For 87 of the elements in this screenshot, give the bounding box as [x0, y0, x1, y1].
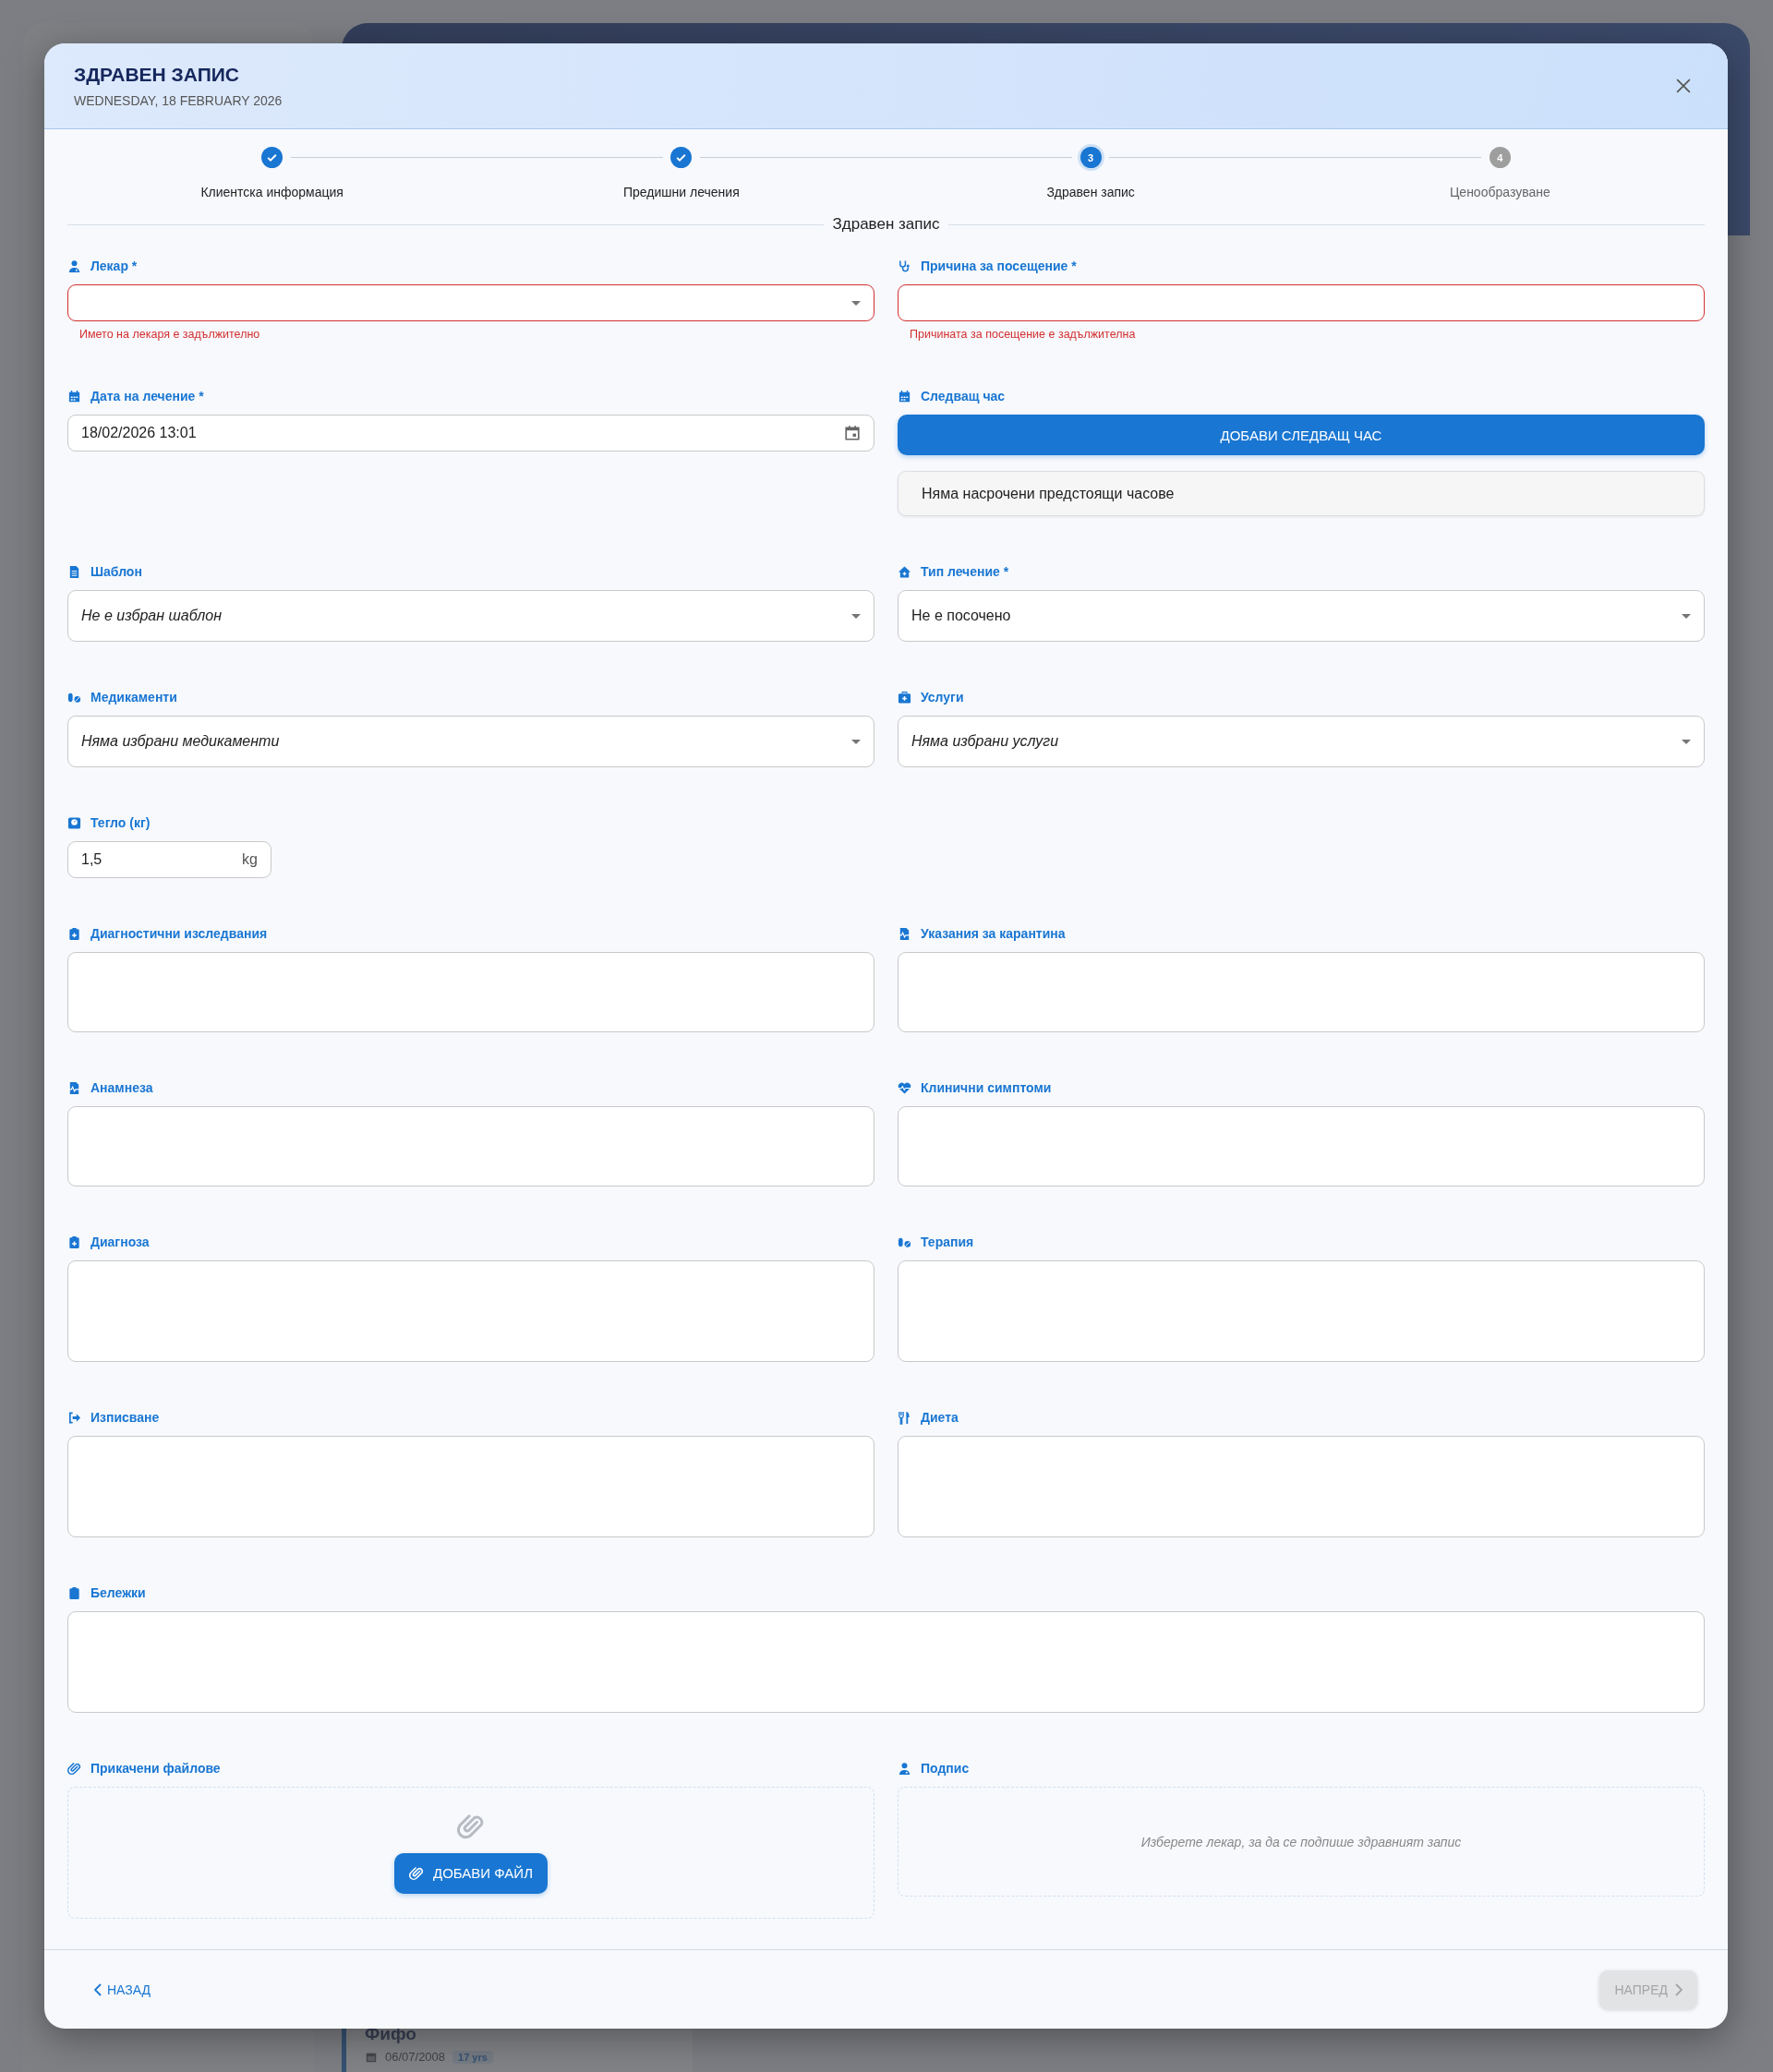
age-badge: 17 yrs: [452, 2050, 493, 2064]
calendar-icon: [898, 389, 911, 404]
back-button[interactable]: НАЗАД: [90, 1976, 155, 2003]
text-area[interactable]: [67, 1611, 1705, 1713]
birth-date: 06/07/2008: [385, 2050, 446, 2064]
empty-appointments-notice: Няма насрочени предстоящи часове: [898, 471, 1705, 516]
house-icon: [898, 564, 911, 579]
text-area[interactable]: [898, 1260, 1705, 1362]
calendar-icon[interactable]: [844, 425, 861, 441]
field-label: Анамнеза: [90, 1080, 153, 1095]
field-label: Изписване: [90, 1410, 160, 1425]
field-label: Диагноза: [90, 1235, 150, 1249]
field-label: Подпис: [921, 1761, 970, 1776]
field-label: Тегло (кг): [90, 815, 151, 830]
field-label: Следващ час: [921, 389, 1006, 404]
dialog-title: ЗДРАВЕН ЗАПИС: [74, 64, 240, 86]
text-area[interactable]: [898, 1436, 1705, 1537]
field-label: Диета: [921, 1410, 959, 1425]
step-label[interactable]: Ценообразуване: [1450, 185, 1550, 199]
clipboard-plus-icon: [67, 1235, 81, 1249]
text-area[interactable]: [67, 1436, 874, 1537]
calendar-icon: [67, 389, 81, 404]
doctor-icon: [67, 259, 81, 273]
step-label[interactable]: Здравен запис: [1046, 185, 1135, 199]
weight-input-field[interactable]: 1,5 kg: [67, 841, 271, 878]
chevron-right-icon: [1675, 1982, 1683, 1996]
dropdown-caret-icon: [1682, 739, 1691, 744]
step-indicator[interactable]: 3: [1079, 147, 1102, 168]
field-label: Бележки: [90, 1585, 146, 1600]
doctor-icon: [898, 1761, 911, 1776]
error-message: Причината за посещение е задължителна: [910, 328, 1137, 341]
exit-icon: [67, 1410, 81, 1425]
text-input-field[interactable]: [898, 284, 1705, 321]
step-label[interactable]: Предишни лечения: [623, 185, 740, 199]
chevron-left-icon: [94, 1982, 102, 1996]
field-label: Тип лечение *: [921, 564, 1009, 579]
signature-hint: Изберете лекар, за да се подпише здравният запис: [1140, 1834, 1462, 1849]
dropdown-caret-icon: [851, 613, 861, 619]
text-area[interactable]: [67, 1106, 874, 1187]
step-indicator[interactable]: [261, 147, 283, 168]
field-label: Диагностични изследвания: [90, 926, 268, 941]
add-file-button[interactable]: ДОБАВИ ФАЙЛ: [394, 1852, 548, 1894]
heart-pulse-icon: [898, 1080, 911, 1095]
error-message: Името на лекаря е задължително: [79, 328, 261, 341]
field-label: Шаблон: [90, 564, 142, 579]
dropdown-caret-icon: [851, 739, 861, 744]
document-icon: [67, 564, 81, 579]
clipboard-plus-icon: [67, 926, 81, 941]
field-label: Причина за посещение *: [921, 259, 1077, 273]
stethoscope-icon: [898, 259, 911, 273]
section-title: Здравен запис: [832, 215, 940, 234]
field-label: Лекар *: [90, 259, 138, 273]
medical-kit-icon: [898, 690, 911, 705]
add-appointment-button[interactable]: ДОБАВИ СЛЕДВАЩ ЧАС: [898, 415, 1705, 455]
clipboard-icon: [67, 1585, 81, 1600]
field-label: Клинични симптоми: [921, 1080, 1052, 1095]
dropdown-field[interactable]: Не е избран шаблон: [67, 590, 874, 642]
dropdown-caret-icon: [851, 300, 861, 306]
field-label: Медикаменти: [90, 690, 177, 705]
paperclip-icon: [457, 1812, 485, 1840]
dropdown-caret-icon: [1682, 613, 1691, 619]
pet-name: Фифо: [365, 2024, 417, 2044]
scale-icon: [67, 815, 81, 830]
file-pulse-icon: [898, 926, 911, 941]
field-label: Дата на лечение *: [90, 389, 204, 404]
utensils-icon: [898, 1410, 911, 1425]
dropdown-field[interactable]: [67, 284, 874, 321]
field-label: Указания за карантина: [921, 926, 1066, 941]
step-label[interactable]: Клиентска информация: [200, 185, 344, 199]
file-pulse-icon: [67, 1080, 81, 1095]
dropdown-field[interactable]: Няма избрани медикаменти: [67, 716, 874, 767]
dropdown-field[interactable]: Няма избрани услуги: [898, 716, 1705, 767]
paperclip-icon: [67, 1761, 81, 1776]
close-icon[interactable]: [1676, 78, 1691, 93]
field-label: Услуги: [921, 690, 964, 705]
dropdown-field[interactable]: Не е посочено: [898, 590, 1705, 642]
field-label: Терапия: [921, 1235, 974, 1249]
date-input-field[interactable]: 18/02/2026 13:01: [67, 415, 874, 452]
text-area[interactable]: [898, 1106, 1705, 1187]
dialog-date: WEDNESDAY, 18 FEBRUARY 2026: [74, 93, 283, 108]
step-indicator[interactable]: [670, 147, 693, 168]
paperclip-icon: [409, 1865, 424, 1881]
text-area[interactable]: [67, 952, 874, 1032]
text-area[interactable]: [67, 1260, 874, 1362]
file-drop-zone[interactable]: ДОБАВИ ФАЙЛ: [67, 1787, 874, 1919]
text-area[interactable]: [898, 952, 1705, 1032]
field-label: Прикачени файлове: [90, 1761, 221, 1776]
